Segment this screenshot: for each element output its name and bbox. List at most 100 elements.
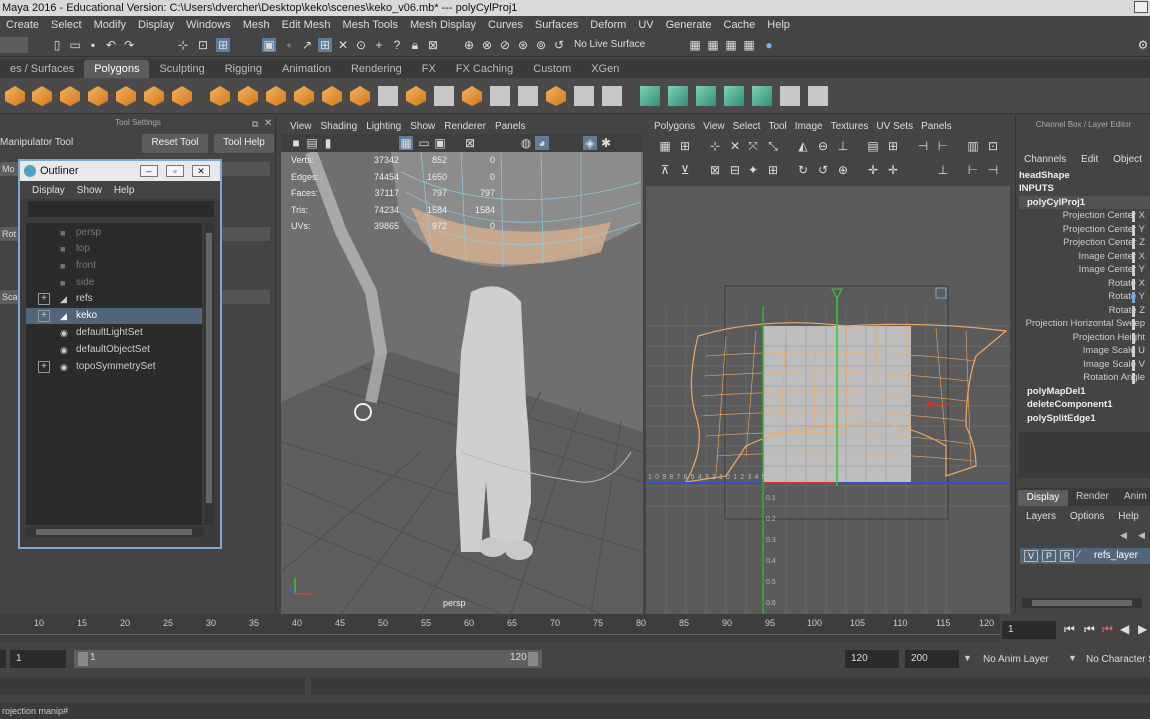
multi-cut-icon[interactable]: [490, 86, 510, 106]
attr-value-field[interactable]: [1132, 306, 1135, 317]
uv-distribute-icon[interactable]: ⊞: [886, 139, 900, 153]
uv-move-icon[interactable]: ⊹: [708, 139, 722, 153]
menu-edit-mesh[interactable]: Edit Mesh: [276, 19, 337, 31]
uv-select-icon[interactable]: ⊼: [658, 163, 672, 177]
attr-projection-center-x[interactable]: Projection Center X: [1019, 210, 1145, 221]
select-vertex-icon[interactable]: ▣: [262, 38, 276, 52]
uv-align-right-icon[interactable]: ⊢: [936, 139, 950, 153]
expand-icon[interactable]: +: [38, 293, 50, 305]
new-layer-selected-icon[interactable]: ◀: [1138, 530, 1145, 541]
uv-menu-polygons[interactable]: Polygons: [646, 121, 695, 132]
snap-live-icon[interactable]: ↺: [552, 38, 566, 52]
save-scene-icon[interactable]: ▪: [86, 38, 100, 52]
shelf-tab-rendering[interactable]: Rendering: [341, 60, 412, 78]
attr-value-field[interactable]: [1132, 333, 1135, 344]
lock-selection-icon[interactable]: ⊠: [426, 38, 440, 52]
close-icon[interactable]: ✕: [192, 165, 210, 177]
extrude-icon[interactable]: [378, 86, 398, 106]
outliner-item-keko[interactable]: + ◢ keko: [26, 308, 202, 324]
uv-texel-icon[interactable]: ⊕: [836, 163, 850, 177]
layer-tab-render[interactable]: Render: [1076, 491, 1109, 502]
film-gate-icon[interactable]: ▭: [417, 136, 431, 150]
automatic-map-icon[interactable]: [724, 86, 744, 106]
redo-icon[interactable]: ↷: [122, 38, 136, 52]
live-surface-label[interactable]: No Live Surface: [574, 39, 645, 50]
anim-layer-dropdown-icon[interactable]: ▼: [963, 653, 972, 663]
shape-node-name[interactable]: headShape: [1019, 170, 1070, 181]
select-hierarchy-icon[interactable]: ⊹: [176, 38, 190, 52]
play-forwards-icon[interactable]: ▶: [1138, 622, 1147, 636]
attr-image-center-y[interactable]: Image Center Y: [1019, 264, 1145, 275]
render-view-icon[interactable]: ▦: [742, 38, 756, 52]
menu-deform[interactable]: Deform: [584, 19, 632, 31]
reset-tool-button[interactable]: Reset Tool: [142, 134, 208, 153]
scale-section-bar[interactable]: [222, 290, 270, 304]
lighting-icon[interactable]: ✱: [599, 136, 613, 150]
extract-icon[interactable]: [266, 86, 286, 106]
select-object-icon[interactable]: ⊡: [196, 38, 210, 52]
lasso-icon[interactable]: ⊙: [354, 38, 368, 52]
plus-icon[interactable]: +: [372, 38, 386, 52]
boolean-icon[interactable]: [322, 86, 342, 106]
viewport-menu-view[interactable]: View: [281, 121, 312, 132]
shelf-tab-fx[interactable]: FX: [412, 60, 446, 78]
select-uv-icon[interactable]: ⊞: [318, 38, 332, 52]
attr-value-field[interactable]: [1132, 252, 1135, 263]
outliner-item-toposymmetryset[interactable]: + ◉ topoSymmetrySet: [26, 359, 202, 375]
menu-windows[interactable]: Windows: [180, 19, 237, 31]
range-slider[interactable]: 1 120: [74, 650, 542, 668]
attr-projection-center-z[interactable]: Projection Center Z: [1019, 237, 1145, 248]
bookmark-icon[interactable]: ▮: [321, 136, 335, 150]
attr-value-field[interactable]: [1132, 238, 1135, 249]
render-current-icon[interactable]: ▦: [688, 38, 702, 52]
outliner-item-front[interactable]: ■ front: [26, 258, 202, 274]
attr-value-field[interactable]: [1132, 279, 1135, 290]
attr-image-scale-v[interactable]: Image Scale V: [1019, 359, 1145, 370]
target-weld-icon[interactable]: [602, 86, 622, 106]
attr-rotation-angle[interactable]: Rotation Angle: [1019, 372, 1145, 383]
attr-image-center-x[interactable]: Image Center X: [1019, 251, 1145, 262]
attr-value-field[interactable]: [1132, 211, 1135, 222]
uv-pin-icon[interactable]: ✦: [746, 163, 760, 177]
shelf-tab-polygons[interactable]: Polygons: [84, 60, 150, 78]
channel-menu-object[interactable]: Object: [1113, 154, 1142, 165]
minimize-icon[interactable]: –: [140, 165, 158, 177]
outliner-item-side[interactable]: ■ side: [26, 275, 202, 291]
poly-cube-icon[interactable]: [32, 86, 52, 106]
separate-icon[interactable]: [238, 86, 258, 106]
menu-mesh[interactable]: Mesh: [237, 19, 276, 31]
snap-surface-icon[interactable]: ⊚: [534, 38, 548, 52]
symmetrize-icon[interactable]: [808, 86, 828, 106]
attr-value-field[interactable]: [1132, 346, 1135, 357]
select-edge-icon[interactable]: ◦: [282, 38, 296, 52]
viewport-menu-renderer[interactable]: Renderer: [435, 121, 486, 132]
resolution-gate-icon[interactable]: ▣: [433, 136, 447, 150]
poly-cone-icon[interactable]: [60, 86, 80, 106]
render-settings-icon[interactable]: ▦: [724, 38, 738, 52]
shelf-tab-sculpting[interactable]: Sculpting: [149, 60, 214, 78]
bevel-icon[interactable]: [406, 86, 426, 106]
menu-select[interactable]: Select: [45, 19, 88, 31]
attr-value-field[interactable]: [1132, 360, 1135, 371]
menu-mesh-display[interactable]: Mesh Display: [404, 19, 482, 31]
menu-display[interactable]: Display: [132, 19, 180, 31]
layer-menu-options[interactable]: Options: [1070, 511, 1104, 522]
layer-row-refs[interactable]: V P R ⁄ refs_layer: [1020, 548, 1150, 564]
hypershade-icon[interactable]: ●: [762, 38, 776, 52]
undo-icon[interactable]: ↶: [104, 38, 118, 52]
character-set-dropdown-icon[interactable]: ▼: [1068, 653, 1077, 663]
anim-layer-label[interactable]: No Anim Layer: [983, 654, 1049, 665]
channel-menu-edit[interactable]: Edit: [1081, 154, 1098, 165]
menu-modify[interactable]: Modify: [88, 19, 132, 31]
outliner-item-persp[interactable]: ■ persp: [26, 225, 202, 241]
new-layer-icon[interactable]: ◀: [1120, 530, 1127, 541]
layer-visibility-toggle[interactable]: V: [1024, 550, 1038, 562]
camera-select-icon[interactable]: ■: [289, 136, 303, 150]
spherical-map-icon[interactable]: [696, 86, 716, 106]
uv-sew-icon[interactable]: ⤧: [746, 139, 760, 153]
bridge-icon[interactable]: [434, 86, 454, 106]
uv-shell-icon[interactable]: ⊻: [678, 163, 692, 177]
attr-value-field[interactable]: [1132, 225, 1135, 236]
uv-stack-icon[interactable]: ▥: [966, 139, 980, 153]
shelf-tab-custom[interactable]: Custom: [523, 60, 581, 78]
